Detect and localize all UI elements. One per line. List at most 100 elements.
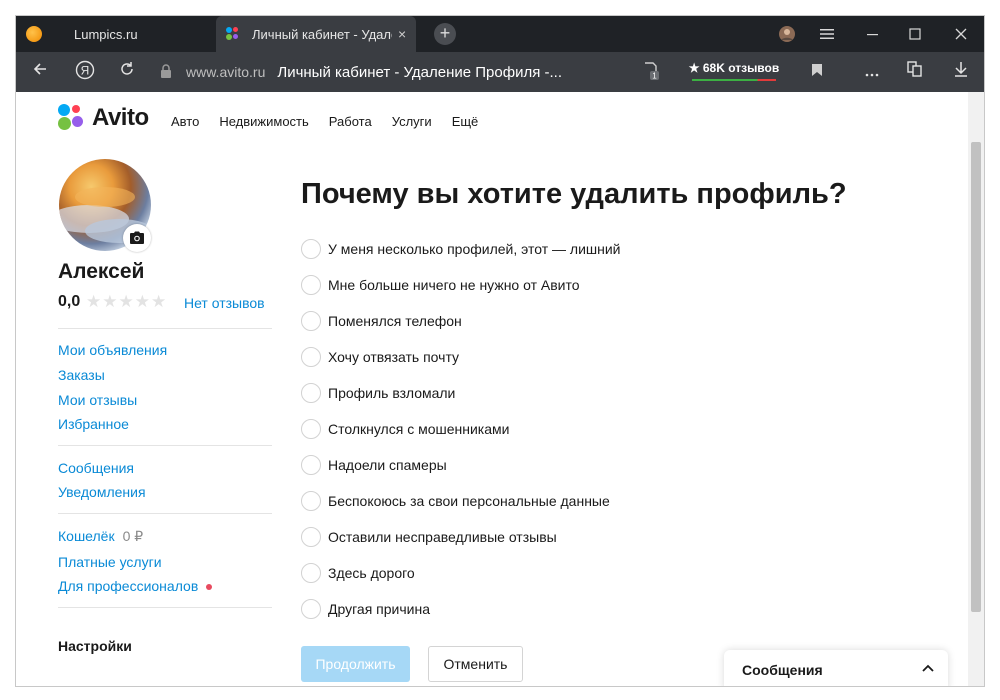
reason-option[interactable]: Профиль взломали — [301, 382, 455, 404]
tab-lumpics[interactable]: Lumpics.ru — [16, 16, 216, 52]
reason-option[interactable]: Поменялся телефон — [301, 310, 462, 332]
url-domain: www.avito.ru — [186, 64, 266, 80]
radio-button[interactable] — [301, 347, 321, 367]
back-icon[interactable] — [27, 60, 53, 84]
radio-button[interactable] — [301, 239, 321, 259]
reason-label: Надоели спамеры — [328, 457, 447, 473]
reason-label: Здесь дорого — [328, 565, 415, 581]
reason-label: Столкнулся с мошенниками — [328, 421, 510, 437]
reason-option[interactable]: Надоели спамеры — [301, 454, 447, 476]
menu-icon[interactable] — [812, 16, 842, 52]
sidebar-item-favorites[interactable]: Избранное — [58, 416, 129, 432]
radio-button[interactable] — [301, 563, 321, 583]
avito-favicon-icon — [226, 27, 240, 41]
sidebar-item-orders[interactable]: Заказы — [58, 367, 105, 383]
reviews-pill[interactable]: ★ 68K отзывов — [688, 59, 780, 83]
nav-item-auto[interactable]: Авто — [171, 114, 199, 129]
radio-button[interactable] — [301, 455, 321, 475]
maximize-icon[interactable] — [892, 16, 938, 52]
bookmark-icon[interactable] — [804, 60, 830, 84]
scrollbar-thumb[interactable] — [971, 142, 981, 612]
lock-icon — [161, 64, 171, 78]
avito-logo-text: Avito — [92, 104, 149, 131]
sidebar-divider — [58, 328, 272, 329]
reason-label: Другая причина — [328, 601, 430, 617]
address-bar: Я www.avito.ru Личный кабинет - Удаление… — [16, 52, 984, 92]
sidebar-divider — [58, 607, 272, 608]
reason-option[interactable]: Хочу отвязать почту — [301, 346, 459, 368]
tab-close-icon[interactable]: × — [398, 26, 406, 42]
nav-item-services[interactable]: Услуги — [392, 114, 432, 129]
cancel-button[interactable]: Отменить — [428, 646, 523, 682]
reason-option[interactable]: Оставили несправедливые отзывы — [301, 526, 557, 548]
reason-option[interactable]: Другая причина — [301, 598, 430, 620]
sidebar-item-settings[interactable]: Настройки — [58, 638, 132, 654]
close-icon[interactable] — [938, 16, 984, 52]
user-name: Алексей — [58, 260, 145, 283]
no-reviews-link[interactable]: Нет отзывов — [184, 295, 265, 311]
tab-title: Lumpics.ru — [74, 26, 138, 42]
profile-icon[interactable] — [772, 16, 802, 52]
reason-label: У меня несколько профилей, этот — лишний — [328, 241, 621, 257]
new-tab-button[interactable]: + — [434, 23, 456, 45]
reason-option[interactable]: У меня несколько профилей, этот — лишний — [301, 238, 621, 260]
reason-label: Поменялся телефон — [328, 313, 462, 329]
wallet-amount: 0 ₽ — [122, 528, 144, 544]
extension-icon[interactable]: 1 — [638, 60, 664, 84]
continue-button[interactable]: Продолжить — [301, 646, 410, 682]
url-page-title: Личный кабинет - Удаление Профиля -... — [277, 63, 562, 81]
reason-label: Профиль взломали — [328, 385, 456, 401]
nav-item-realty[interactable]: Недвижимость — [219, 114, 308, 129]
lumpics-favicon-icon — [26, 26, 42, 42]
tab-bar: Lumpics.ru Личный кабинет - Удаление Про… — [16, 16, 984, 52]
avito-logo[interactable]: Avito — [58, 104, 149, 132]
reviews-bar — [692, 79, 776, 81]
reason-label: Беспокоюсь за свои персональные данные — [328, 493, 610, 509]
sidebar-item-my-ads[interactable]: Мои объявления — [58, 342, 167, 358]
radio-button[interactable] — [301, 275, 321, 295]
browser-window: Lumpics.ru Личный кабинет - Удаление Про… — [16, 16, 984, 686]
camera-icon[interactable] — [123, 224, 151, 252]
radio-button[interactable] — [301, 419, 321, 439]
tab-title: Личный кабинет - Удаление Профиля — [252, 26, 392, 42]
messages-widget-title: Сообщения — [742, 662, 823, 678]
reason-option[interactable]: Здесь дорого — [301, 562, 415, 584]
sidebar-item-for-pros[interactable]: Для профессионалов — [58, 578, 213, 594]
sidebar-item-messages[interactable]: Сообщения — [58, 460, 134, 476]
sidebar-divider — [58, 445, 272, 446]
more-icon[interactable] — [859, 60, 885, 84]
reason-option[interactable]: Столкнулся с мошенниками — [301, 418, 509, 440]
page-viewport: Avito Авто Недвижимость Работа Услуги Ещ… — [16, 92, 984, 686]
radio-button[interactable] — [301, 491, 321, 511]
tab-avito[interactable]: Личный кабинет - Удаление Профиля × — [216, 16, 416, 52]
sidebar-item-wallet[interactable]: Кошелёк 0 ₽ — [58, 528, 143, 545]
radio-button[interactable] — [301, 311, 321, 331]
top-nav: Авто Недвижимость Работа Услуги Ещё — [171, 114, 498, 129]
minimize-icon[interactable] — [850, 16, 896, 52]
sidebar-item-notifications[interactable]: Уведомления — [58, 484, 146, 500]
sidebar-item-my-reviews[interactable]: Мои отзывы — [58, 392, 137, 408]
chevron-up-icon[interactable] — [920, 660, 936, 676]
nav-item-jobs[interactable]: Работа — [329, 114, 372, 129]
nav-item-more[interactable]: Ещё — [452, 114, 479, 129]
radio-button[interactable] — [301, 527, 321, 547]
rating-value: 0,0 — [58, 293, 81, 310]
avito-logo-icon — [58, 104, 86, 132]
yandex-icon[interactable]: Я — [72, 60, 98, 84]
reason-option[interactable]: Беспокоюсь за свои персональные данные — [301, 490, 610, 512]
sidebar-item-paid-services[interactable]: Платные услуги — [58, 554, 162, 570]
download-icon[interactable] — [948, 60, 974, 84]
radio-button[interactable] — [301, 383, 321, 403]
scrollbar[interactable] — [968, 92, 984, 686]
svg-text:1: 1 — [652, 72, 657, 81]
url-field[interactable]: www.avito.ru Личный кабинет - Удаление П… — [156, 58, 626, 86]
messages-widget[interactable]: Сообщения — [724, 650, 948, 686]
reason-option[interactable]: Мне больше ничего не нужно от Авито — [301, 274, 580, 296]
notification-dot — [206, 584, 213, 591]
reason-label: Мне больше ничего не нужно от Авито — [328, 277, 580, 293]
reviews-pill-label: ★ 68K отзывов — [688, 61, 780, 75]
for-pros-label: Для профессионалов — [58, 578, 199, 594]
reload-icon[interactable] — [114, 60, 140, 84]
radio-button[interactable] — [301, 599, 321, 619]
collections-icon[interactable] — [902, 60, 928, 84]
